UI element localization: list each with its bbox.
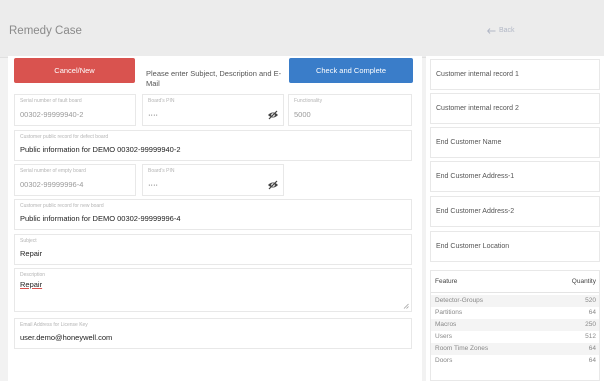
feature-quantity: 512 [585,333,596,340]
feature-name: Room Time Zones [435,345,489,352]
defect-pin-field[interactable]: Board's PIN ···· [142,94,284,126]
back-label: Back [499,27,515,34]
new-pin-label: Board's PIN [148,168,175,174]
feature-name: Users [435,333,452,340]
end-customer-address-2-field[interactable]: End Customer Address-2 [430,196,600,227]
feature-table: Feature Quantity Detector-Groups 520 Par… [430,270,600,381]
table-row: Detector-Groups 520 [431,295,599,307]
feature-quantity: 520 [585,297,596,304]
defect-serial-field[interactable]: Serial number of fault board 00302-99999… [14,94,136,126]
email-label: Email Address for License Key [20,322,88,328]
arrow-left-icon [487,27,496,34]
feature-quantity: 64 [588,345,596,352]
check-and-complete-button[interactable]: Check and Complete [289,58,413,83]
new-pin-field[interactable]: Board's PIN ···· [142,164,284,196]
customer-internal-record-2-field[interactable]: Customer internal record 2 [430,93,600,124]
quantity-column-header: Quantity [571,278,596,285]
feature-name: Partitions [435,309,463,316]
feature-name: Detector-Groups [435,297,484,304]
defect-serial-value: 00302-99999940-2 [20,110,84,119]
new-pin-value: ···· [148,180,158,189]
back-button[interactable]: Back [487,27,515,34]
defect-serial-label: Serial number of fault board [20,98,82,104]
functionality-value: 5000 [294,110,311,119]
customer-internal-record-1-placeholder: Customer internal record 1 [436,71,519,78]
top-bar: Remedy Case Back [0,0,604,58]
new-public-record-field[interactable]: Customer public record for new board Pub… [14,199,412,230]
customer-panel: Customer internal record 1 Customer inte… [426,56,604,381]
subject-label: Subject [20,238,37,244]
eye-slash-icon[interactable] [267,110,279,120]
end-customer-address-1-placeholder: End Customer Address-1 [436,173,515,180]
case-form: Cancel/New Please enter Subject, Descrip… [8,56,422,381]
email-field[interactable]: Email Address for License Key user.demo@… [14,318,412,349]
cancel-new-button[interactable]: Cancel/New [14,58,135,83]
functionality-label: Functionality [294,98,323,104]
end-customer-location-field[interactable]: End Customer Location [430,231,600,262]
form-hint: Please enter Subject, Description and E-… [146,69,282,88]
eye-slash-icon[interactable] [267,180,279,190]
feature-table-header: Feature Quantity [431,271,599,293]
end-customer-location-placeholder: End Customer Location [436,243,510,250]
feature-column-header: Feature [435,278,458,285]
customer-internal-record-2-placeholder: Customer internal record 2 [436,105,519,112]
new-public-record-value: Public information for DEMO 00302-999999… [20,214,181,223]
new-serial-value: 00302-99999996-4 [20,180,84,189]
table-row: Room Time Zones 64 [431,343,599,355]
new-public-record-label: Customer public record for new board [20,203,104,209]
table-row: Macros 250 [431,319,599,331]
resize-handle-icon[interactable] [403,303,409,309]
table-row: Users 512 [431,331,599,343]
end-customer-address-2-placeholder: End Customer Address-2 [436,208,515,215]
new-serial-label: Serial number of empty board [20,168,86,174]
feature-name: Macros [435,321,457,328]
subject-field[interactable]: Subject Repair [14,234,412,265]
subject-value: Repair [20,249,43,258]
email-value: user.demo@honeywell.com [20,333,113,342]
new-serial-field[interactable]: Serial number of empty board 00302-99999… [14,164,136,196]
feature-name: Doors [435,357,453,364]
page-title: Remedy Case [9,25,82,37]
customer-internal-record-1-field[interactable]: Customer internal record 1 [430,59,600,90]
defect-public-record-label: Customer public record for defect board [20,134,109,140]
table-row: Doors 64 [431,355,599,367]
feature-quantity: 64 [588,357,596,364]
defect-pin-value: ···· [148,110,158,119]
defect-public-record-field[interactable]: Customer public record for defect board … [14,130,412,161]
defect-pin-label: Board's PIN [148,98,175,104]
end-customer-name-field[interactable]: End Customer Name [430,127,600,158]
end-customer-address-1-field[interactable]: End Customer Address-1 [430,161,600,192]
description-label: Description [20,272,46,278]
description-textarea[interactable]: Description Repair [14,268,412,312]
functionality-field[interactable]: Functionality 5000 [288,94,412,126]
feature-quantity: 64 [588,309,596,316]
end-customer-name-placeholder: End Customer Name [436,139,502,146]
table-row: Partitions 64 [431,307,599,319]
defect-public-record-value: Public information for DEMO 00302-999999… [20,145,181,154]
feature-quantity: 250 [585,321,596,328]
description-value: Repair [20,280,43,289]
